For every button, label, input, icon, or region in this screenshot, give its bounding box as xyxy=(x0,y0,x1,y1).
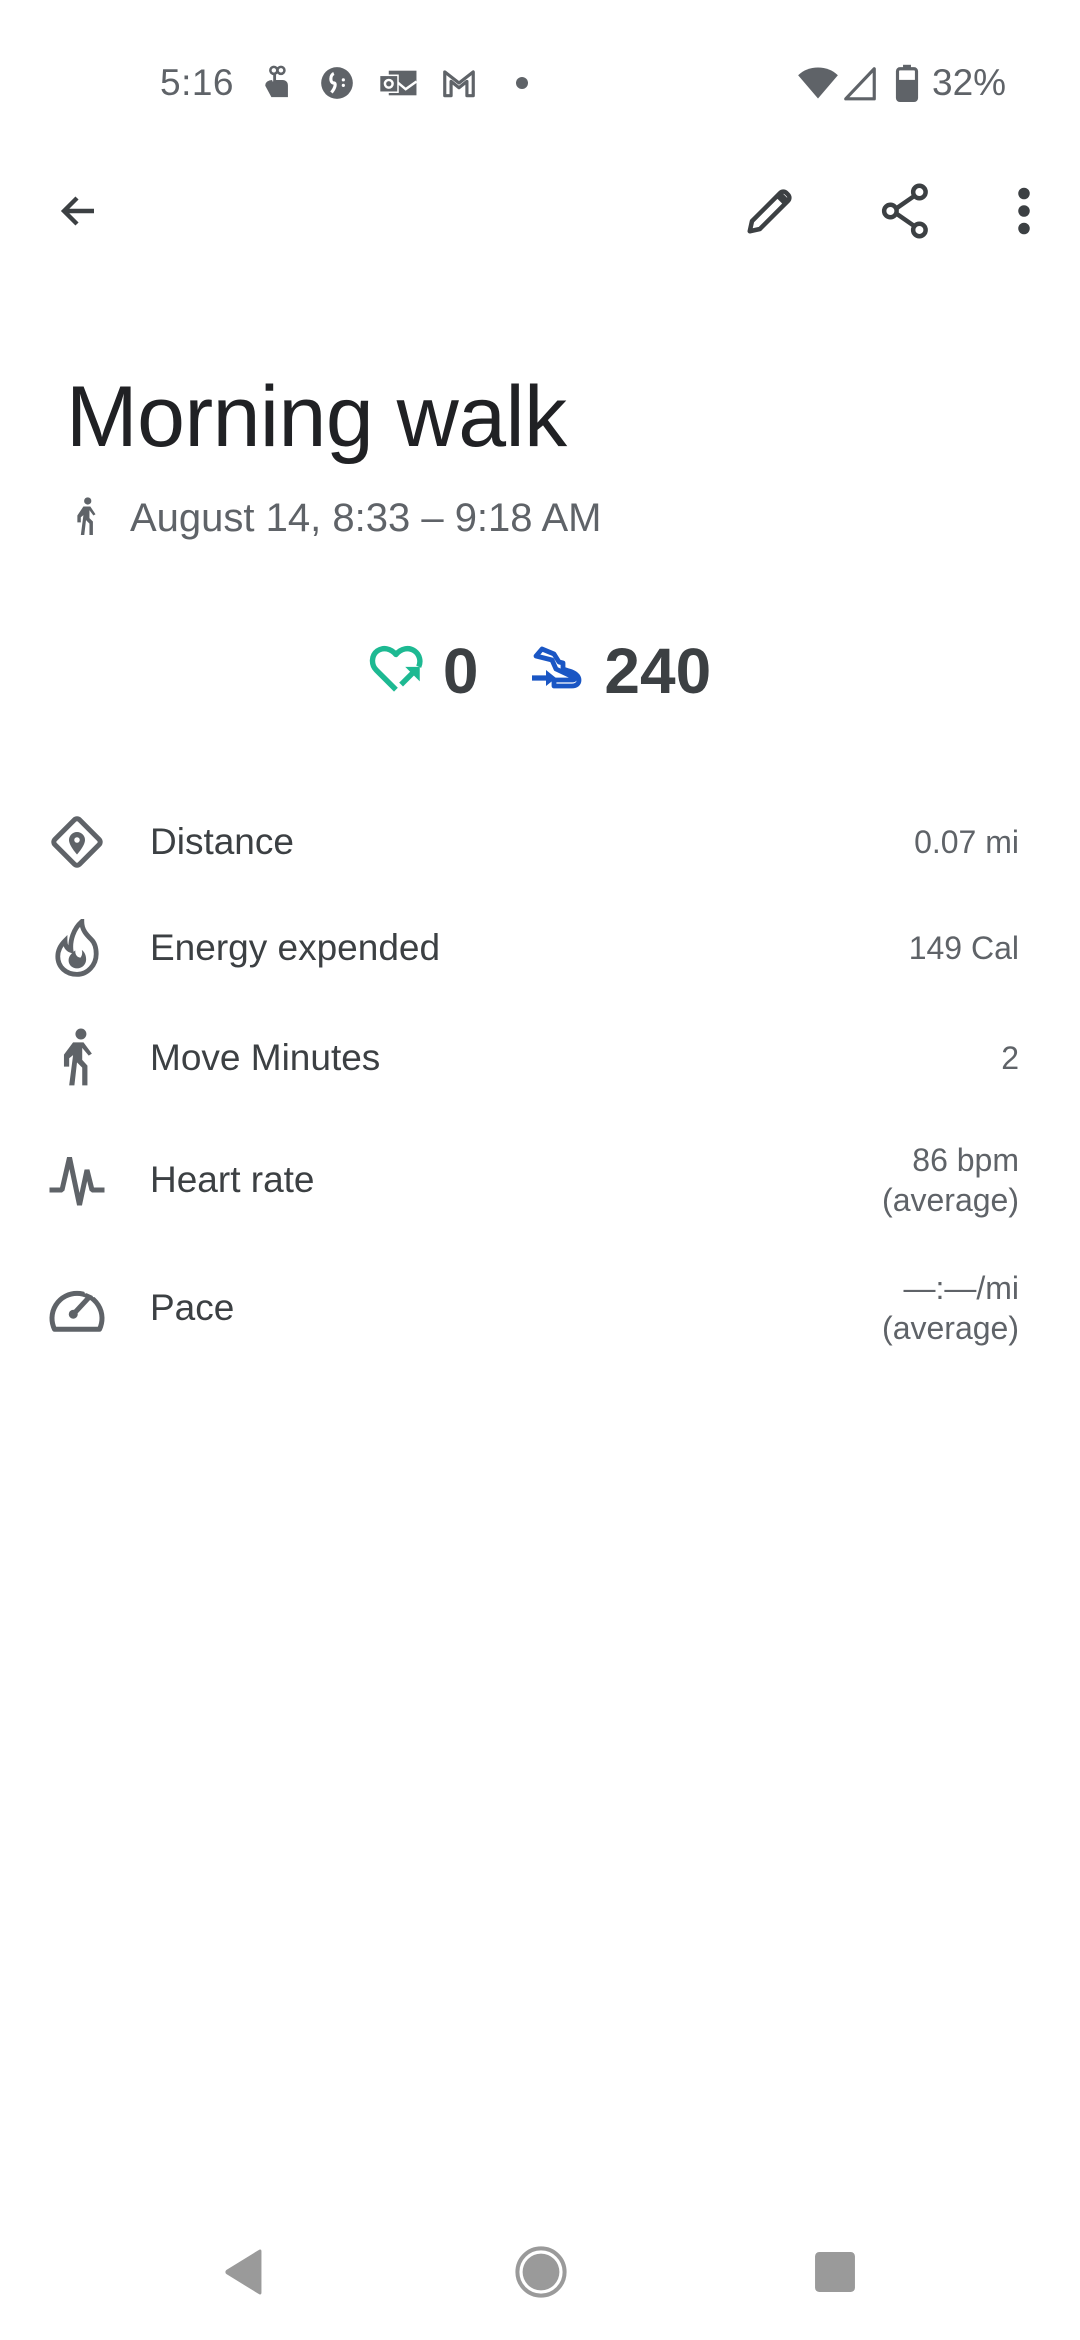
location-diamond-icon xyxy=(44,809,110,875)
back-arrow-icon xyxy=(54,187,102,240)
gmail-icon xyxy=(440,64,478,102)
outlook-icon xyxy=(378,64,418,102)
activity-date-row[interactable]: August 14, 8:33 – 9:18 AM xyxy=(72,496,601,541)
metric-value-sub: (average) xyxy=(882,1182,1019,1218)
metric-label: Heart rate xyxy=(150,1159,315,1200)
goals-summary: 0 240 xyxy=(0,634,1080,708)
walking-icon xyxy=(72,497,100,540)
share-button[interactable] xyxy=(858,165,954,261)
wifi-icon xyxy=(797,64,839,107)
app-notification-icon xyxy=(318,64,356,102)
metric-label: Energy expended xyxy=(150,927,441,968)
heart-points-icon xyxy=(369,642,427,701)
metric-value: 86 bpm (average) xyxy=(882,1140,1019,1220)
metric-value: —:—/mi (average) xyxy=(882,1268,1019,1348)
flame-icon xyxy=(44,915,110,981)
touch-gesture-icon xyxy=(258,64,296,102)
nav-home-icon xyxy=(515,2245,567,2303)
metric-row-energy[interactable]: Energy expended 149 Cal xyxy=(0,898,1080,998)
nav-recents-icon xyxy=(814,2251,856,2298)
metric-value-main: 86 bpm xyxy=(912,1142,1019,1178)
status-time: 5:16 xyxy=(160,62,235,103)
battery-percent: 32% xyxy=(932,62,1007,103)
edit-button[interactable] xyxy=(722,165,818,261)
metric-label: Distance xyxy=(150,821,294,862)
metric-value: 2 xyxy=(1001,1040,1019,1076)
metric-label: Pace xyxy=(150,1287,235,1328)
heart-points-goal[interactable]: 0 xyxy=(369,634,479,708)
heart-rate-pulse-icon xyxy=(44,1147,110,1213)
heart-points-value: 0 xyxy=(442,635,479,707)
nav-back-button[interactable] xyxy=(194,2234,294,2314)
cellular-signal-icon xyxy=(842,64,878,107)
edit-icon xyxy=(743,184,797,243)
metric-row-heart-rate[interactable]: Heart rate 86 bpm (average) xyxy=(0,1130,1080,1230)
nav-home-button[interactable] xyxy=(491,2234,591,2314)
activity-title[interactable]: Morning walk xyxy=(66,368,567,467)
status-bar: 5:16 32% xyxy=(0,0,1080,130)
metric-value-main: —:—/mi xyxy=(903,1270,1019,1306)
steps-goal[interactable]: 240 xyxy=(528,634,711,708)
more-vert-icon xyxy=(1016,186,1032,241)
nav-back-icon xyxy=(222,2248,266,2301)
activity-date-range: August 14, 8:33 – 9:18 AM xyxy=(130,496,602,540)
more-options-button[interactable] xyxy=(976,165,1072,261)
share-icon xyxy=(879,182,933,245)
metric-value-sub: (average) xyxy=(882,1310,1019,1346)
walking-icon xyxy=(44,1025,110,1091)
metric-value: 149 Cal xyxy=(908,930,1019,966)
steps-icon xyxy=(528,642,588,701)
metric-row-move-minutes[interactable]: Move Minutes 2 xyxy=(0,1008,1080,1108)
nav-recents-button[interactable] xyxy=(785,2234,885,2314)
back-button[interactable] xyxy=(30,165,126,261)
battery-icon xyxy=(895,64,919,107)
speedometer-icon xyxy=(44,1275,110,1341)
metric-value: 0.07 mi xyxy=(914,824,1019,860)
more-notifications-dot-icon xyxy=(516,77,528,89)
metric-row-distance[interactable]: Distance 0.07 mi xyxy=(0,792,1080,892)
metric-row-pace[interactable]: Pace —:—/mi (average) xyxy=(0,1258,1080,1358)
steps-value: 240 xyxy=(604,635,712,707)
metric-label: Move Minutes xyxy=(150,1037,381,1078)
